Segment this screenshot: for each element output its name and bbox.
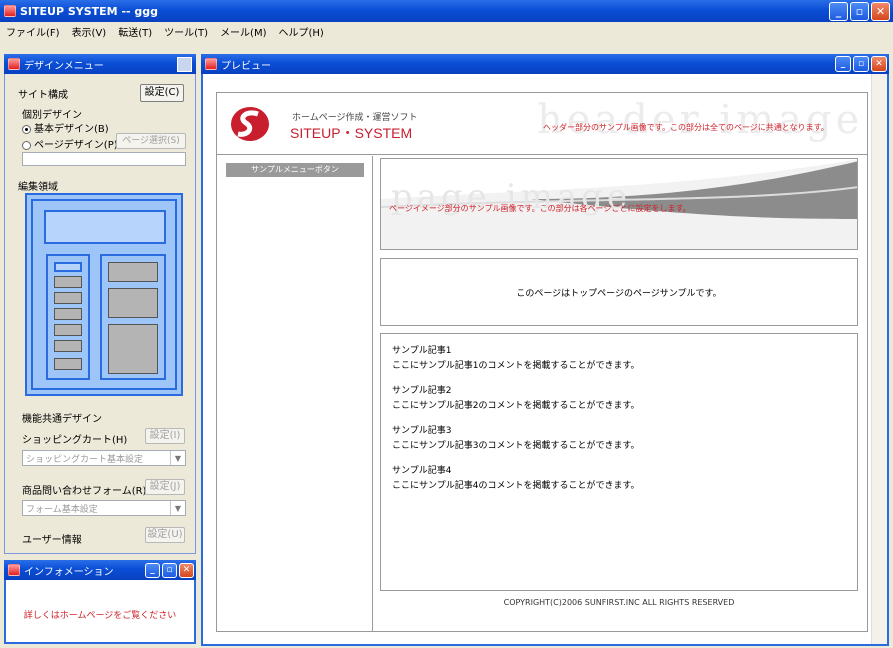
article-body: ここにサンプル記事2のコメントを掲載することができます。 xyxy=(392,401,640,411)
article-4: サンプル記事4 ここにサンプル記事4のコメントを掲載することができます。 xyxy=(392,464,640,494)
layout-menu-item[interactable] xyxy=(54,308,82,320)
article-body: ここにサンプル記事3のコメントを掲載することができます。 xyxy=(392,441,640,451)
header-tagline: ホームページ作成・運営ソフト xyxy=(292,113,418,123)
main-title-bar: SITEUP SYSTEM -- ggg _ ▫ ✕ xyxy=(0,0,893,22)
header-watermark: header image xyxy=(537,97,864,143)
layout-menu-item[interactable] xyxy=(54,276,82,288)
radio-selected-icon xyxy=(22,124,31,134)
layout-header-block[interactable] xyxy=(44,210,166,244)
layout-menu-item[interactable] xyxy=(54,324,82,336)
minimize-icon[interactable]: _ xyxy=(835,56,851,72)
article-1: サンプル記事1 ここにサンプル記事1のコメントを掲載することができます。 xyxy=(392,344,640,374)
article-title: サンプル記事4 xyxy=(392,466,452,476)
article-body: ここにサンプル記事4のコメントを掲載することができます。 xyxy=(392,481,640,491)
restore-icon[interactable]: ▫ xyxy=(162,562,177,578)
top-message-box: このページはトップページのページサンプルです。 xyxy=(380,258,858,326)
article-2: サンプル記事2 ここにサンプル記事2のコメントを掲載することができます。 xyxy=(392,384,640,414)
article-title: サンプル記事3 xyxy=(392,426,452,436)
restore-icon[interactable]: ▫ xyxy=(850,1,869,21)
minimize-icon[interactable]: _ xyxy=(145,562,160,578)
close-icon[interactable]: ✕ xyxy=(179,562,194,578)
chevron-down-icon[interactable]: ▼ xyxy=(170,451,185,465)
inquiry-form-label: 商品問い合わせフォーム(R) xyxy=(22,486,147,497)
article-body: ここにサンプル記事1のコメントを掲載することができます。 xyxy=(392,361,640,371)
menu-tools[interactable]: ツール(T) xyxy=(158,24,214,39)
top-message: このページはトップページのページサンプルです。 xyxy=(516,288,722,299)
shopping-cart-button[interactable]: 設定(I) xyxy=(145,428,185,444)
page-select-button[interactable]: ページ選択(S) xyxy=(116,133,186,149)
article-title: サンプル記事2 xyxy=(392,386,452,396)
article-title: サンプル記事1 xyxy=(392,346,452,356)
layout-content-item[interactable] xyxy=(108,262,158,282)
layout-menu-item[interactable] xyxy=(54,292,82,304)
close-icon[interactable]: ✕ xyxy=(871,1,890,21)
page-image-note: ページイメージ部分のサンプル画像です。この部分は各ページごとに設定をします。 xyxy=(389,204,691,213)
menu-transfer[interactable]: 転送(T) xyxy=(112,24,158,39)
sample-menu-button[interactable]: サンプルメニューボタン xyxy=(226,163,364,177)
individual-design-label: 個別デザイン xyxy=(22,110,82,121)
page-sidebar xyxy=(217,156,373,631)
preview-title-bar: プレビュー _ ▫ ✕ xyxy=(201,54,889,74)
layout-menu-item[interactable] xyxy=(54,262,82,272)
edit-area-label: 編集領域 xyxy=(18,182,58,193)
user-info-label: ユーザー情報 xyxy=(22,535,82,546)
header-sample-note: ヘッダー部分のサンプル画像です。この部分は全てのページに共通となります。 xyxy=(543,123,829,132)
layout-content-item[interactable] xyxy=(108,324,158,374)
design-menu-title-bar: デザインメニュー xyxy=(4,54,196,74)
page-select-field[interactable] xyxy=(22,152,186,166)
design-menu-title: デザインメニュー xyxy=(24,60,104,72)
preview-title: プレビュー xyxy=(221,60,271,72)
panel-close-icon[interactable] xyxy=(177,56,192,72)
info-message[interactable]: 詳しくはホームページをご覧ください xyxy=(4,608,196,621)
site-structure-label: サイト構成 xyxy=(18,90,68,101)
info-title-bar: インフォメーション _ ▫ ✕ xyxy=(4,560,196,580)
info-title: インフォメーション xyxy=(24,566,114,578)
shop-common-label: 機能共通デザイン xyxy=(22,414,102,425)
panel-icon xyxy=(8,58,20,70)
app-title: SITEUP SYSTEM -- ggg xyxy=(20,4,159,18)
logo-icon xyxy=(230,106,270,142)
preview-scrollbar[interactable] xyxy=(871,74,887,644)
inquiry-form-combo[interactable]: フォーム基本設定 ▼ xyxy=(22,500,186,516)
article-3: サンプル記事3 ここにサンプル記事3のコメントを掲載することができます。 xyxy=(392,424,640,454)
minimize-icon[interactable]: _ xyxy=(829,1,848,21)
copyright: COPYRIGHT(C)2006 SUNFIRST.INC ALL RIGHTS… xyxy=(503,598,735,607)
menu-bar: ファイル(F) 表示(V) 転送(T) ツール(T) メール(M) ヘルプ(H) xyxy=(0,22,893,40)
inquiry-form-button[interactable]: 設定(J) xyxy=(145,479,185,495)
logo-text: SITEUP・SYSTEM xyxy=(290,125,413,141)
user-info-button[interactable]: 設定(U) xyxy=(145,527,185,543)
menu-help[interactable]: ヘルプ(H) xyxy=(273,24,330,39)
layout-menu-item[interactable] xyxy=(54,340,82,352)
menu-view[interactable]: 表示(V) xyxy=(66,24,113,39)
basic-design-radio[interactable]: 基本デザイン(B) xyxy=(22,120,109,135)
radio-icon xyxy=(22,140,31,150)
settings-button[interactable]: 設定(C) xyxy=(140,84,184,102)
page-image: page image ページイメージ部分のサンプル画像です。この部分は各ページご… xyxy=(380,158,858,250)
chevron-down-icon[interactable]: ▼ xyxy=(170,501,185,515)
preview-icon xyxy=(205,58,217,70)
info-icon xyxy=(8,564,20,576)
menu-file[interactable]: ファイル(F) xyxy=(0,24,66,39)
layout-menu-item[interactable] xyxy=(54,358,82,370)
shopping-cart-combo[interactable]: ショッピングカート基本設定 ▼ xyxy=(22,450,186,466)
page-design-radio[interactable]: ページデザイン(P) xyxy=(22,136,118,151)
app-icon xyxy=(4,5,16,17)
close-icon[interactable]: ✕ xyxy=(871,56,887,72)
layout-content-item[interactable] xyxy=(108,288,158,318)
menu-mail[interactable]: メール(M) xyxy=(214,24,272,39)
restore-icon[interactable]: ▫ xyxy=(853,56,869,72)
shopping-cart-label: ショッピングカート(H) xyxy=(22,435,128,446)
